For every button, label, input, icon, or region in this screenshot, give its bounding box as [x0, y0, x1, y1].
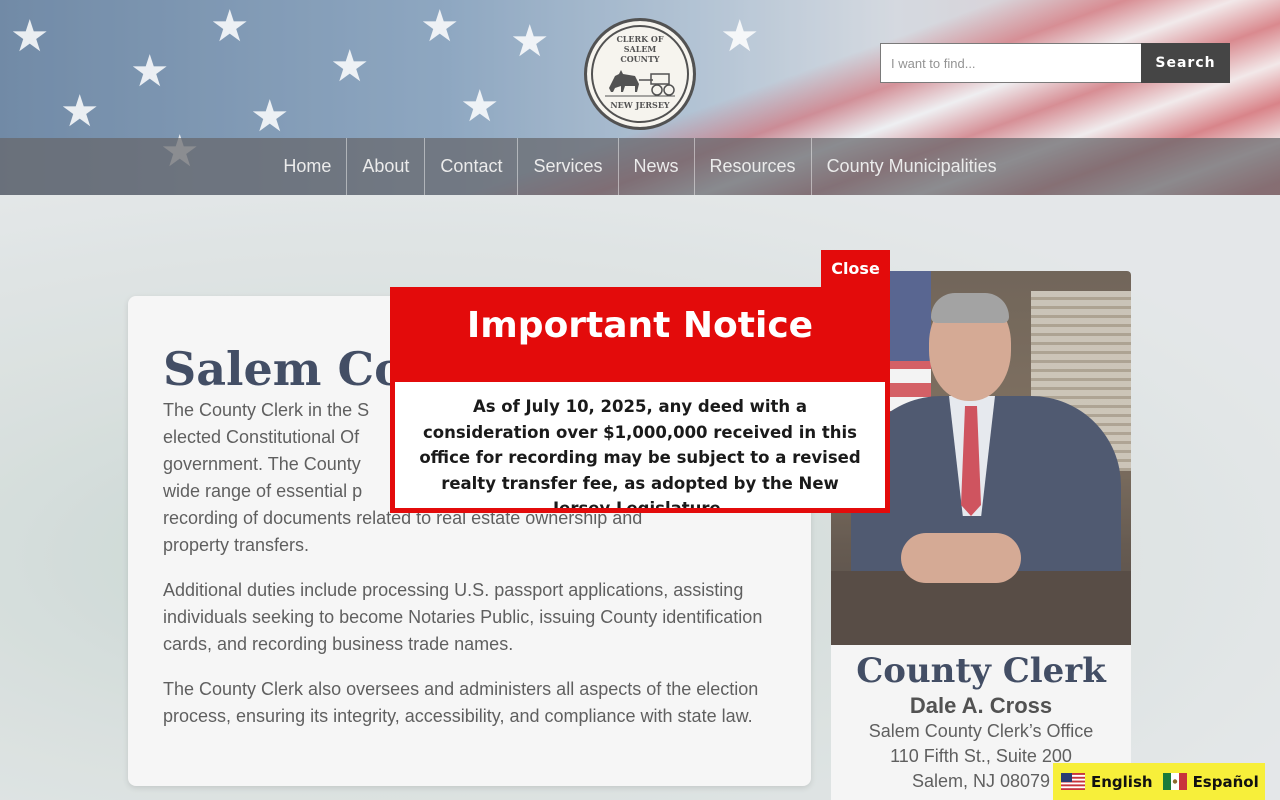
modal-message: As of July 10, 2025, any deed with a con…: [419, 397, 861, 508]
us-flag-icon: [1061, 773, 1085, 790]
spanish-label: Español: [1192, 772, 1259, 791]
language-english[interactable]: English: [1061, 773, 1153, 791]
modal-title: Important Notice: [466, 305, 814, 346]
mexico-flag-icon: [1162, 773, 1187, 790]
important-notice-modal: Important Notice As of July 10, 2025, an…: [390, 287, 890, 513]
english-label: English: [1091, 772, 1153, 791]
language-switcher: English Español: [1053, 763, 1265, 800]
close-button[interactable]: Close: [821, 250, 890, 287]
language-spanish[interactable]: Español: [1162, 772, 1259, 791]
modal-body[interactable]: As of July 10, 2025, any deed with a con…: [395, 382, 885, 508]
